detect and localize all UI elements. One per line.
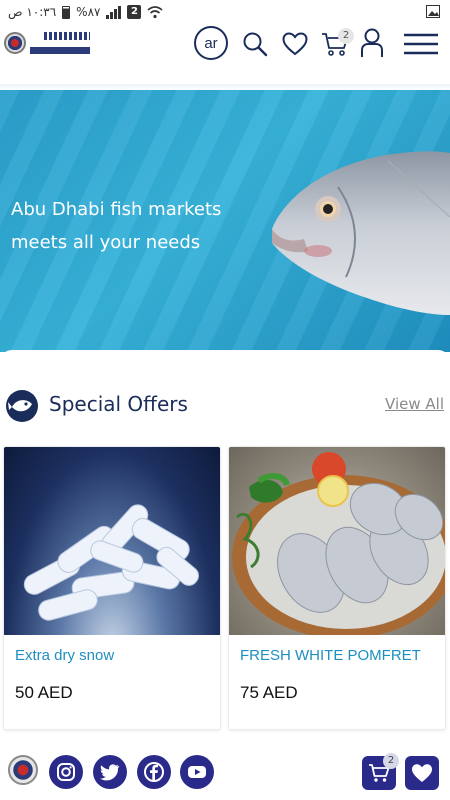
search-button[interactable] — [240, 29, 270, 59]
user-icon — [361, 28, 383, 57]
special-offers-header: Special Offers View All — [6, 388, 446, 424]
brand-logo[interactable] — [4, 32, 90, 54]
fish-badge-icon — [6, 390, 38, 422]
app-header: ar 2 — [0, 26, 450, 84]
section-title: Special Offers — [49, 392, 188, 416]
instagram-icon — [57, 763, 75, 781]
heart-icon — [412, 764, 432, 782]
logo-wordmark — [30, 32, 90, 54]
product-price: 50 AED — [15, 683, 73, 702]
hero-line-2: meets all your needs — [11, 232, 201, 253]
battery-level: %٨٧ — [76, 5, 101, 19]
facebook-button[interactable] — [137, 755, 171, 789]
hero-text: Abu Dhabi fish markets meets all your ne… — [11, 193, 261, 259]
twitter-icon — [100, 764, 120, 781]
menu-button[interactable] — [402, 32, 440, 56]
clock: ١٠:٣٦ ص — [8, 5, 57, 19]
hero-line-1: Abu Dhabi fish markets — [11, 199, 222, 220]
dry-ice-image — [4, 447, 220, 635]
pomfret-image — [229, 447, 445, 635]
sim-badge: 2 — [127, 5, 142, 19]
product-name: FRESH WHITE POMFRET — [240, 647, 421, 664]
menu-icon — [404, 33, 438, 55]
logo-seal — [4, 32, 26, 54]
footer-cart-count: 2 — [383, 753, 399, 769]
cart-count-badge: 2 — [338, 28, 354, 44]
hero-banner[interactable]: Abu Dhabi fish markets meets all your ne… — [0, 90, 450, 352]
search-icon — [243, 32, 268, 57]
heart-icon — [282, 32, 308, 56]
language-button[interactable]: ar — [194, 26, 228, 60]
footer-bar: 2 — [0, 745, 450, 800]
footer-logo[interactable] — [8, 755, 38, 785]
cart-button[interactable]: 2 — [320, 28, 354, 58]
product-name: Extra dry snow — [15, 647, 115, 664]
fish-illustration — [272, 151, 450, 315]
wifi-icon — [147, 5, 163, 18]
status-left: ١٠:٣٦ ص %٨٧ 2 — [8, 5, 163, 19]
facebook-icon — [144, 762, 164, 782]
product-price: 75 AED — [240, 683, 298, 702]
content-sheet — [0, 350, 450, 364]
product-card[interactable]: Extra dry snow 50 AED — [3, 446, 221, 730]
wishlist-button[interactable] — [280, 29, 310, 59]
footer-wishlist-button[interactable] — [405, 756, 439, 790]
status-bar: ١٠:٣٦ ص %٨٧ 2 — [0, 0, 450, 26]
account-button[interactable] — [358, 27, 386, 59]
footer-cart-button[interactable]: 2 — [362, 753, 399, 790]
youtube-button[interactable] — [180, 755, 214, 789]
product-card[interactable]: FRESH WHITE POMFRET 75 AED — [228, 446, 446, 730]
battery-icon — [62, 5, 71, 19]
signal-icon — [106, 5, 122, 19]
view-all-link[interactable]: View All — [385, 395, 444, 413]
instagram-button[interactable] — [49, 755, 83, 789]
twitter-button[interactable] — [93, 755, 127, 789]
status-right — [426, 5, 440, 21]
gallery-icon — [426, 5, 440, 18]
youtube-icon — [188, 766, 206, 778]
